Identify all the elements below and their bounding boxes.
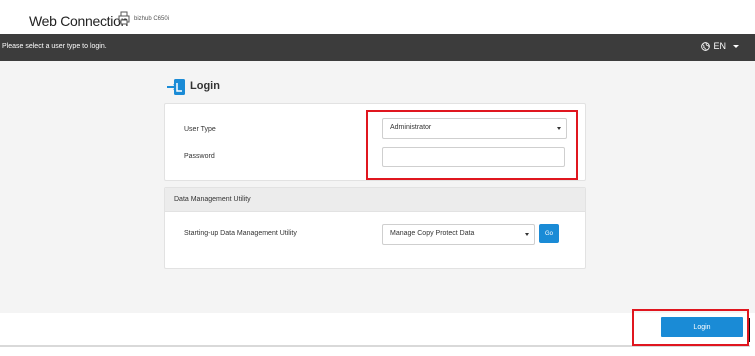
globe-icon (701, 41, 711, 51)
language-label: EN (713, 41, 726, 51)
device-model: bizhub C650i (134, 16, 170, 22)
header: Web Connection bizhub C650i (0, 0, 755, 34)
password-label: Password (184, 153, 215, 160)
app-title: Web Connection (29, 13, 129, 29)
printer-icon (118, 11, 130, 25)
highlight-box-credentials (366, 110, 578, 180)
text-cursor (749, 318, 750, 342)
language-selector[interactable]: EN (701, 41, 739, 51)
login-icon (167, 79, 185, 95)
login-title: Login (190, 80, 220, 92)
highlight-box-login-button (632, 309, 749, 346)
chevron-down-icon (525, 233, 529, 236)
data-management-header: Data Management Utility (165, 188, 585, 212)
chevron-down-icon (733, 44, 739, 48)
data-management-select[interactable]: Manage Copy Protect Data (382, 224, 535, 245)
user-type-label: User Type (184, 126, 216, 133)
data-management-title: Data Management Utility (174, 196, 251, 203)
data-management-value: Manage Copy Protect Data (390, 230, 475, 237)
top-bar: Please select a user type to login. EN (0, 34, 755, 61)
go-button[interactable]: Go (539, 224, 559, 243)
data-management-panel: Data Management Utility Starting-up Data… (164, 187, 586, 269)
instruction-text: Please select a user type to login. (2, 43, 107, 50)
data-management-label: Starting-up Data Management Utility (184, 230, 297, 237)
